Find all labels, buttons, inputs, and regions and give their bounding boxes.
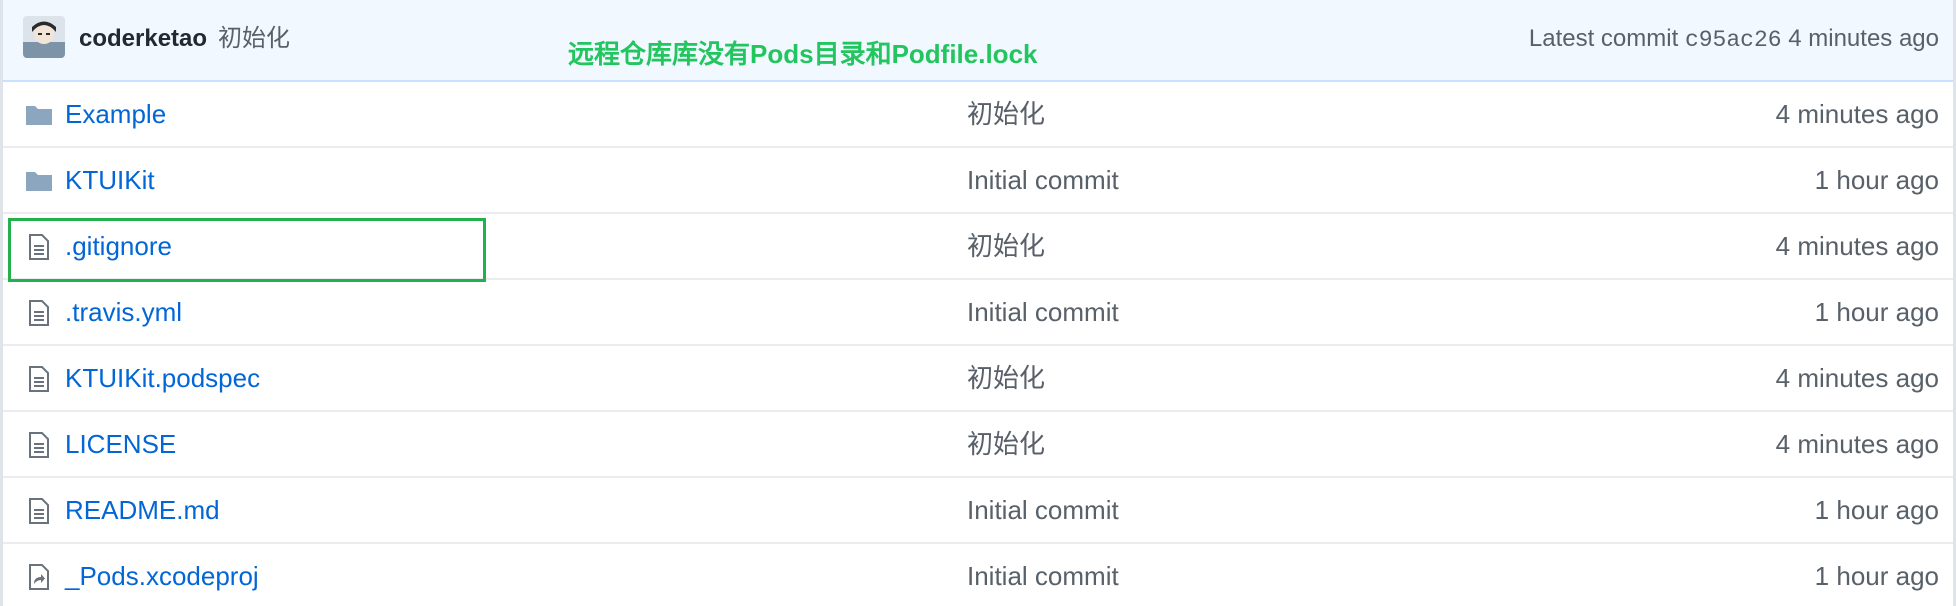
file-row: .travis.yml Initial commit 1 hour ago <box>3 280 1953 346</box>
file-commit-age: 1 hour ago <box>1814 165 1939 195</box>
file-icon <box>25 498 53 524</box>
file-commit-age: 1 hour ago <box>1814 297 1939 327</box>
file-commit-age: 4 minutes ago <box>1775 363 1939 393</box>
annotation-text: 远程仓库库没有Pods目录和Podfile.lock <box>568 39 1038 69</box>
file-commit-message-link[interactable]: 初始化 <box>967 362 1045 394</box>
file-commit-message-link[interactable]: 初始化 <box>967 98 1045 130</box>
file-row: _Pods.xcodeproj Initial commit 1 hour ag… <box>3 544 1953 606</box>
file-name-link[interactable]: KTUIKit <box>65 164 155 196</box>
file-icon <box>25 432 53 458</box>
file-commit-message-link[interactable]: Initial commit <box>967 164 1119 196</box>
avatar[interactable] <box>23 16 65 58</box>
latest-commit-header: coderketao 初始化 远程仓库库没有Pods目录和Podfile.loc… <box>3 0 1953 82</box>
folder-icon <box>25 102 53 128</box>
file-name-link[interactable]: LICENSE <box>65 428 176 460</box>
file-commit-age: 1 hour ago <box>1814 561 1939 591</box>
file-row: README.md Initial commit 1 hour ago <box>3 478 1953 544</box>
file-commit-message-link[interactable]: Initial commit <box>967 296 1119 328</box>
file-name-link[interactable]: _Pods.xcodeproj <box>65 560 259 592</box>
file-commit-message-link[interactable]: 初始化 <box>967 230 1045 262</box>
file-commit-message-link[interactable]: Initial commit <box>967 494 1119 526</box>
file-row: KTUIKit.podspec 初始化 4 minutes ago <box>3 346 1953 412</box>
file-name-link[interactable]: Example <box>65 98 166 130</box>
file-commit-age: 4 minutes ago <box>1775 99 1939 129</box>
file-name-link[interactable]: KTUIKit.podspec <box>65 362 260 394</box>
file-commit-age: 4 minutes ago <box>1775 231 1939 261</box>
commit-author-link[interactable]: coderketao <box>79 24 207 54</box>
file-list: Example 初始化 4 minutes ago KTUIKit Initia… <box>3 82 1953 606</box>
file-row: Example 初始化 4 minutes ago <box>3 82 1953 148</box>
file-commit-message-link[interactable]: Initial commit <box>967 560 1119 592</box>
latest-commit-age: 4 minutes ago <box>1788 25 1939 52</box>
file-name-link[interactable]: .travis.yml <box>65 296 182 328</box>
file-row: KTUIKit Initial commit 1 hour ago <box>3 148 1953 214</box>
file-icon <box>25 300 53 326</box>
file-name-link[interactable]: README.md <box>65 494 220 526</box>
file-commit-age: 1 hour ago <box>1814 495 1939 525</box>
commit-sha-link[interactable]: c95ac26 <box>1685 27 1782 53</box>
file-commit-message-link[interactable]: 初始化 <box>967 428 1045 460</box>
symlink-file-icon <box>25 564 53 590</box>
folder-icon <box>25 168 53 194</box>
file-row: LICENSE 初始化 4 minutes ago <box>3 412 1953 478</box>
latest-commit-label: Latest commit <box>1528 25 1679 52</box>
latest-commit-info: Latest commit c95ac26 4 minutes ago <box>1529 24 1939 55</box>
highlight-box <box>8 218 486 282</box>
file-browser: coderketao 初始化 远程仓库库没有Pods目录和Podfile.loc… <box>0 0 1956 606</box>
file-commit-age: 4 minutes ago <box>1775 429 1939 459</box>
file-icon <box>25 366 53 392</box>
commit-message-link[interactable]: 初始化 <box>218 24 290 54</box>
